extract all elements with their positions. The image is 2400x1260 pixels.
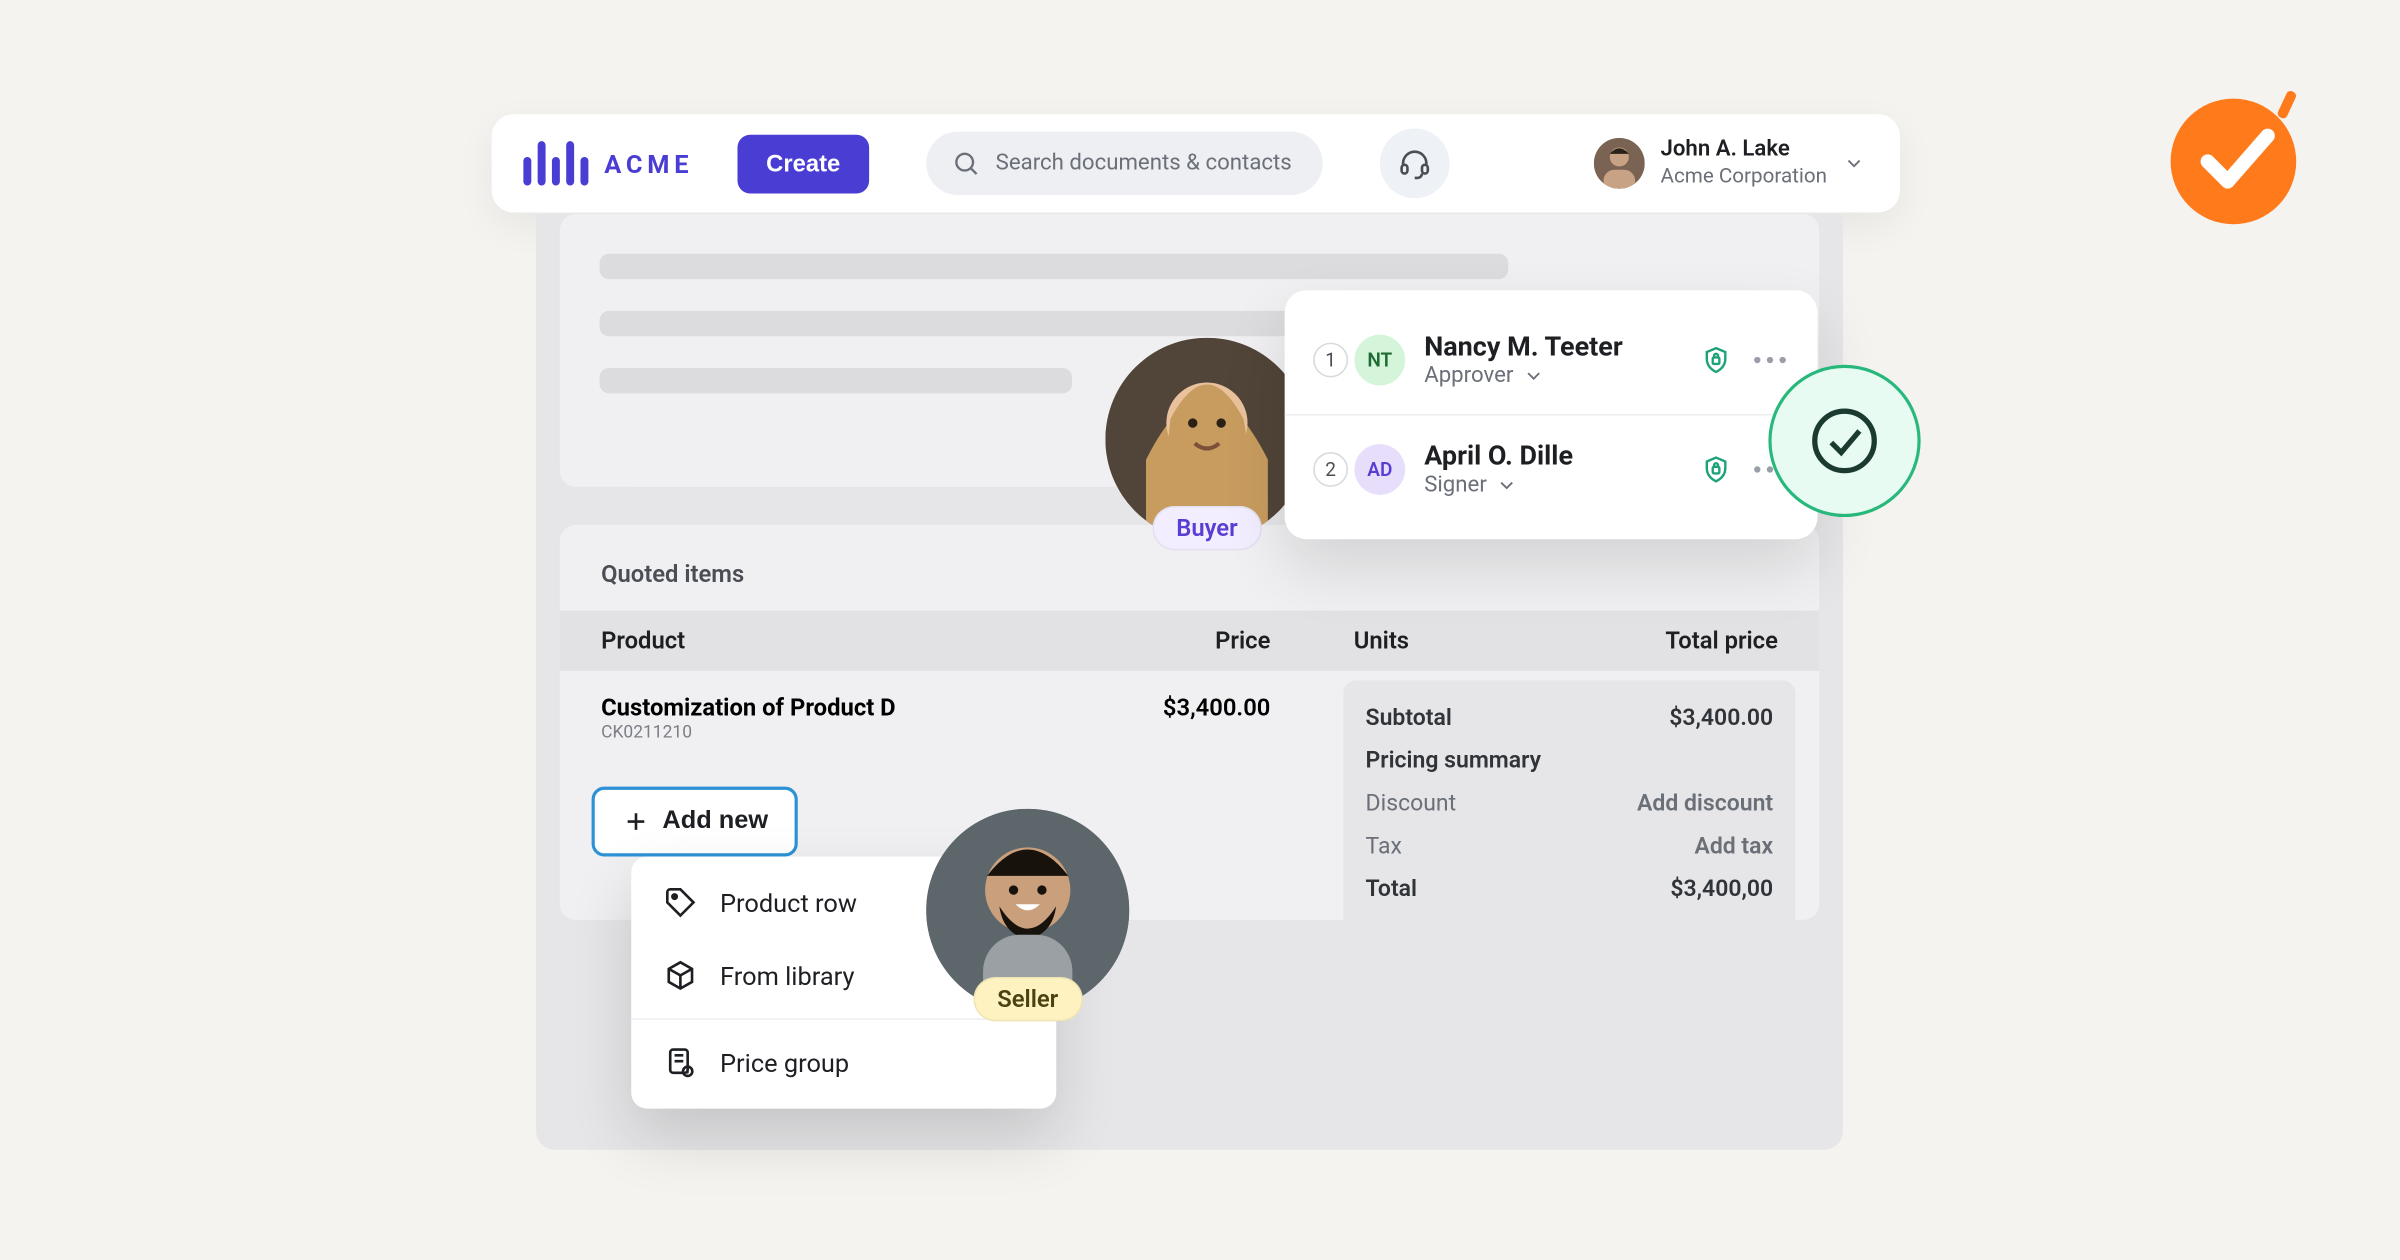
chevron-down-icon: [1523, 365, 1545, 387]
discount-label: Discount: [1366, 790, 1457, 817]
recipients-card: 1 NT Nancy M. Teeter Approver 2 AD April…: [1285, 290, 1818, 539]
shield-lock-icon: [1700, 344, 1732, 376]
recipient-row[interactable]: 1 NT Nancy M. Teeter Approver: [1285, 306, 1818, 415]
tax-label: Tax: [1366, 833, 1402, 860]
approved-badge: [1768, 365, 1920, 517]
add-discount-link[interactable]: Add discount: [1637, 790, 1773, 817]
recipient-role-select[interactable]: Signer: [1424, 473, 1681, 498]
add-tax-link[interactable]: Add tax: [1694, 833, 1773, 860]
col-units: Units: [1354, 626, 1409, 655]
search-placeholder: Search documents & contacts: [996, 151, 1292, 176]
user-org: Acme Corporation: [1660, 164, 1827, 190]
add-new-label: Add new: [662, 807, 768, 836]
tag-icon: [663, 885, 698, 920]
product-sku: CK0211210: [601, 722, 1048, 743]
menu-item-price-group[interactable]: $ Price group: [631, 1026, 1056, 1099]
headset-icon: [1397, 146, 1432, 181]
row-price: $3,400.00: [1163, 693, 1271, 742]
chevron-down-icon: [1843, 152, 1865, 174]
recipient-order: 1: [1313, 343, 1348, 378]
logo-bars-icon: [523, 141, 588, 185]
recipient-row[interactable]: 2 AD April O. Dille Signer: [1285, 416, 1818, 524]
check-circle-icon: [1805, 401, 1884, 480]
buyer-avatar: Buyer: [1105, 338, 1308, 541]
skeleton-line: [600, 368, 1072, 393]
col-product: Product: [601, 626, 1048, 655]
quote-title: Quoted items: [560, 554, 1819, 611]
skeleton-line: [600, 254, 1509, 279]
chevron-down-icon: [1496, 474, 1518, 496]
support-button[interactable]: [1379, 128, 1449, 198]
buyer-tag: Buyer: [1152, 506, 1261, 550]
subtotal-label: Subtotal: [1366, 704, 1452, 731]
create-button[interactable]: Create: [738, 134, 869, 193]
seller-avatar: Seller: [926, 809, 1129, 1012]
search-input[interactable]: Search documents & contacts: [926, 132, 1323, 195]
app-topbar: ACME Create Search documents & contacts …: [492, 114, 1900, 212]
subtotal-value: $3,400.00: [1669, 704, 1773, 731]
product-name: Customization of Product D: [601, 693, 1048, 722]
col-total: Total price: [1665, 626, 1777, 655]
seller-tag: Seller: [973, 977, 1082, 1021]
user-name: John A. Lake: [1660, 137, 1827, 165]
brand-logo: ACME: [523, 141, 693, 185]
receipt-icon: $: [663, 1045, 698, 1080]
shield-lock-icon: [1700, 454, 1732, 486]
search-icon: [951, 149, 980, 178]
avatar: [1594, 138, 1645, 189]
plus-icon: [621, 807, 650, 836]
total-value: $3,400,00: [1670, 875, 1773, 902]
user-menu[interactable]: John A. Lake Acme Corporation: [1594, 137, 1865, 191]
pricing-summary: Subtotal $3,400.00 Pricing summary Discou…: [1343, 680, 1795, 932]
total-label: Total: [1366, 875, 1417, 902]
svg-text:$: $: [686, 1069, 690, 1076]
table-header: Product Price Units Total price: [560, 611, 1819, 671]
pricing-summary-label: Pricing summary: [1366, 747, 1541, 774]
add-new-button[interactable]: Add new: [592, 787, 798, 857]
recipient-name: April O. Dille: [1424, 441, 1681, 473]
orange-check-icon: [2165, 87, 2308, 230]
recipient-initials: AD: [1354, 444, 1405, 495]
recipient-initials: NT: [1354, 335, 1405, 386]
recipient-order: 2: [1313, 452, 1348, 487]
recipient-name: Nancy M. Teeter: [1424, 331, 1681, 363]
more-menu-button[interactable]: [1751, 351, 1789, 370]
paint-check-badge: [2165, 87, 2308, 230]
recipient-role-select[interactable]: Approver: [1424, 363, 1681, 388]
brand-name: ACME: [604, 148, 693, 178]
cube-icon: [663, 958, 698, 993]
col-price: Price: [1215, 626, 1270, 655]
